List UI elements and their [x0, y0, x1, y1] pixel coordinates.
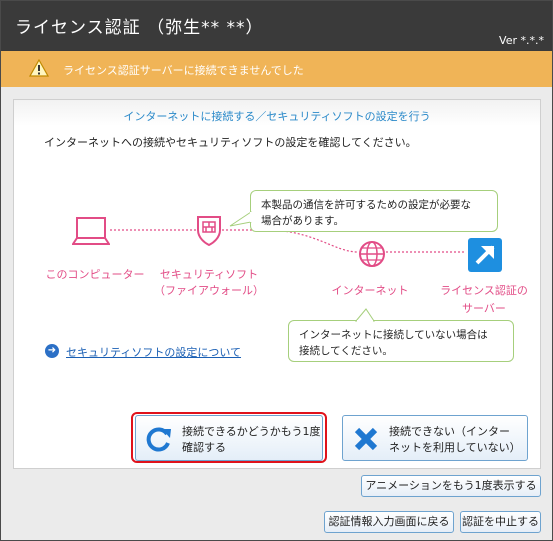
bubble-firewall-line1: 本製品の通信を許可するための設定が必要な — [261, 199, 471, 211]
warning-banner: ライセンス認証サーバーに接続できませんでした — [1, 51, 552, 87]
replay-animation-button[interactable]: アニメーションをもう1度表示する — [361, 475, 541, 497]
bubble-internet-line1: インターネットに接続していない場合は — [299, 329, 488, 341]
globe-icon — [359, 241, 385, 267]
bubble-internet: インターネットに接続していない場合は 接続してください。 — [288, 320, 514, 362]
bubble-internet-pointer — [354, 308, 375, 322]
bubble-firewall-pointer — [229, 211, 252, 227]
firewall-label-line2: （ファイアウォール） — [154, 284, 264, 297]
warning-text: ライセンス認証サーバーに接続できませんでした — [63, 64, 304, 77]
license-dialog: ライセンス認証 （弥生** **） Ver *.*.* ライセンス認証サーバーに… — [0, 0, 553, 541]
internet-label: インターネット — [331, 284, 409, 297]
server-label-line2: サーバー — [462, 302, 506, 315]
server-label-line1: ライセンス認証の — [440, 284, 528, 297]
arrow-right-circle-icon: ➜ — [45, 344, 59, 358]
back-to-input-button[interactable]: 認証情報入力画面に戻る — [324, 511, 454, 533]
firewall-shield-icon — [197, 216, 221, 246]
cancel-authentication-button[interactable]: 認証を中止する — [460, 511, 541, 533]
bubble-internet-line2: 接続してください。 — [299, 345, 393, 357]
computer-label: このコンピューター — [45, 268, 145, 281]
cannot-connect-button[interactable]: 接続できない（インター ネットを利用していない） — [342, 415, 528, 461]
security-software-link[interactable]: セキュリティソフトの設定について — [66, 344, 241, 360]
warning-icon — [29, 59, 49, 77]
cannot-connect-label: 接続できない（インター ネットを利用していない） — [389, 424, 521, 456]
firewall-label-line1: セキュリティソフト — [159, 268, 259, 281]
cannot-connect-line1: 接続できない（インター — [389, 425, 510, 438]
computer-icon — [72, 217, 110, 245]
retry-button-highlight — [131, 412, 327, 463]
x-mark-icon — [354, 427, 378, 451]
bubble-firewall-line2: 場合があります。 — [261, 215, 344, 227]
cannot-connect-line2: ネットを利用していない） — [389, 441, 521, 454]
title-bar: ライセンス認証 （弥生** **） Ver *.*.* — [1, 1, 552, 51]
version-label: Ver *.*.* — [499, 34, 544, 47]
window-title: ライセンス認証 （弥生** **） — [15, 18, 264, 38]
server-arrow-icon — [468, 238, 502, 272]
bubble-firewall: 本製品の通信を許可するための設定が必要な 場合があります。 — [250, 190, 498, 232]
